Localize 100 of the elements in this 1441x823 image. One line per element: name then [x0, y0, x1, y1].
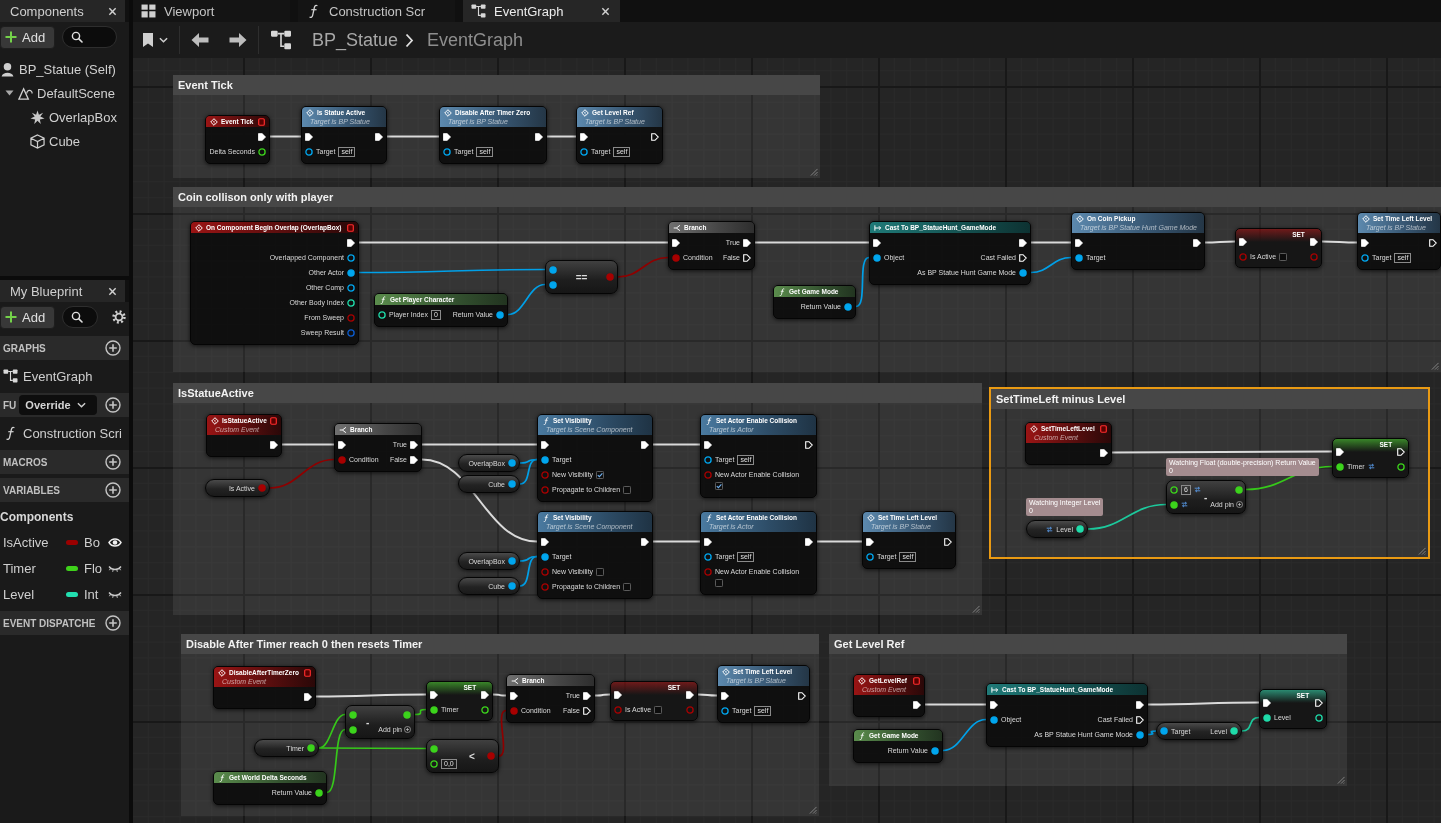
checkbox[interactable] [596, 470, 605, 479]
exec-pin-icon[interactable] [1239, 237, 1247, 246]
exec-pin-icon[interactable] [541, 537, 549, 546]
exec-pin-icon[interactable] [641, 440, 649, 449]
back-icon[interactable] [191, 32, 209, 48]
square-pin-icon[interactable] [913, 677, 920, 685]
resize-grip-icon[interactable] [810, 168, 818, 176]
exec-pin-icon[interactable] [704, 537, 712, 546]
exec-pin-icon[interactable] [798, 691, 806, 700]
editor-tab[interactable]: Viewport [133, 0, 290, 22]
exec-pin-icon[interactable] [410, 455, 418, 464]
settings-icon[interactable] [112, 310, 127, 324]
breadcrumb-current[interactable]: EventGraph [427, 29, 524, 51]
add-icon[interactable] [105, 454, 121, 470]
data-pin-icon[interactable] [549, 280, 557, 289]
data-pin-icon[interactable] [873, 253, 881, 262]
data-pin-icon[interactable] [347, 283, 355, 292]
exec-pin-icon[interactable] [1019, 253, 1027, 262]
data-pin-icon[interactable] [430, 759, 438, 768]
add-button[interactable]: Add [0, 305, 56, 329]
exec-pin-icon[interactable] [1310, 237, 1318, 246]
exec-pin-icon[interactable] [1100, 448, 1108, 457]
data-pin-icon[interactable] [704, 455, 712, 464]
data-pin-icon[interactable] [481, 705, 489, 714]
exec-pin-icon[interactable] [913, 700, 921, 709]
exec-pin-icon[interactable] [580, 132, 588, 141]
editor-tab[interactable]: EventGraph [463, 0, 620, 22]
data-pin-icon[interactable] [315, 788, 323, 797]
exec-pin-icon[interactable] [410, 440, 418, 449]
expand-arrow-icon[interactable] [5, 89, 14, 97]
tree-item[interactable]: BP_Statue (Self) [0, 57, 129, 81]
add-icon[interactable] [105, 340, 121, 356]
section-header[interactable]: VARIABLES [0, 478, 129, 502]
resize-grip-icon[interactable] [1431, 362, 1439, 370]
exec-pin-icon[interactable] [641, 537, 649, 546]
function-item[interactable]: Construction Scri [0, 420, 129, 446]
category-label[interactable]: Components [0, 505, 129, 529]
data-pin-icon[interactable] [508, 582, 516, 590]
data-pin-icon[interactable] [541, 455, 549, 464]
panel-tab[interactable]: Components [0, 0, 125, 22]
data-pin-icon[interactable] [1336, 462, 1344, 471]
square-pin-icon[interactable] [1100, 425, 1107, 433]
add-icon[interactable] [105, 482, 121, 498]
section-header[interactable]: MACROS [0, 450, 129, 474]
exec-pin-icon[interactable] [672, 238, 680, 247]
square-pin-icon[interactable] [347, 223, 354, 232]
section-header[interactable]: FU Override [0, 393, 129, 417]
exec-pin-icon[interactable] [1193, 238, 1201, 247]
data-pin-icon[interactable] [1361, 253, 1369, 262]
data-pin-icon[interactable] [378, 310, 386, 319]
exec-pin-icon[interactable] [743, 238, 751, 247]
exec-pin-icon[interactable] [614, 690, 622, 699]
data-pin-icon[interactable] [1076, 525, 1084, 533]
data-pin-icon[interactable] [347, 253, 355, 262]
add-button[interactable]: Add [0, 25, 56, 49]
exec-pin-icon[interactable] [535, 132, 543, 141]
exec-pin-icon[interactable] [1136, 700, 1144, 709]
editor-tab[interactable]: Construction Scr [298, 0, 455, 22]
tree-item[interactable]: Cube [0, 129, 129, 153]
add-icon[interactable] [105, 615, 121, 631]
add-icon[interactable] [105, 397, 121, 413]
checkbox[interactable] [715, 579, 723, 587]
data-pin-icon[interactable] [430, 705, 438, 714]
data-pin-icon[interactable] [349, 710, 357, 719]
checkbox[interactable] [596, 567, 605, 576]
resize-grip-icon[interactable] [972, 605, 980, 613]
close-icon[interactable] [108, 286, 117, 296]
checkbox[interactable] [623, 485, 632, 494]
exec-pin-icon[interactable] [541, 440, 549, 449]
search-field[interactable] [62, 306, 99, 328]
tree-item[interactable]: OverlapBox [0, 105, 129, 129]
checkbox[interactable] [654, 705, 663, 714]
forward-icon[interactable] [229, 32, 247, 48]
exec-pin-icon[interactable] [338, 440, 346, 449]
checkbox[interactable] [1279, 252, 1288, 261]
exec-pin-icon[interactable] [481, 690, 489, 699]
data-pin-icon[interactable] [844, 302, 852, 311]
exec-pin-icon[interactable] [1136, 715, 1144, 724]
close-icon[interactable] [601, 6, 610, 16]
square-pin-icon[interactable] [304, 669, 311, 677]
data-pin-icon[interactable] [349, 725, 357, 734]
exec-pin-icon[interactable] [443, 132, 451, 141]
checkbox[interactable] [715, 482, 723, 490]
exec-pin-icon[interactable] [1263, 698, 1271, 707]
exec-pin-icon[interactable] [1361, 238, 1369, 247]
exec-pin-icon[interactable] [1429, 238, 1437, 247]
exec-pin-icon[interactable] [873, 238, 881, 247]
search-field[interactable] [62, 26, 118, 48]
exec-pin-icon[interactable] [304, 692, 312, 701]
exec-pin-icon[interactable] [583, 706, 591, 715]
exec-pin-icon[interactable] [1019, 238, 1027, 247]
data-pin-icon[interactable] [508, 459, 516, 467]
data-pin-icon[interactable] [1019, 268, 1027, 277]
data-pin-icon[interactable] [347, 268, 355, 277]
exec-pin-icon[interactable] [866, 537, 874, 546]
exec-pin-icon[interactable] [805, 537, 814, 546]
data-pin-icon[interactable] [508, 557, 516, 565]
exec-pin-icon[interactable] [686, 690, 694, 699]
data-pin-icon[interactable] [496, 310, 504, 319]
data-pin-icon[interactable] [1315, 713, 1323, 722]
